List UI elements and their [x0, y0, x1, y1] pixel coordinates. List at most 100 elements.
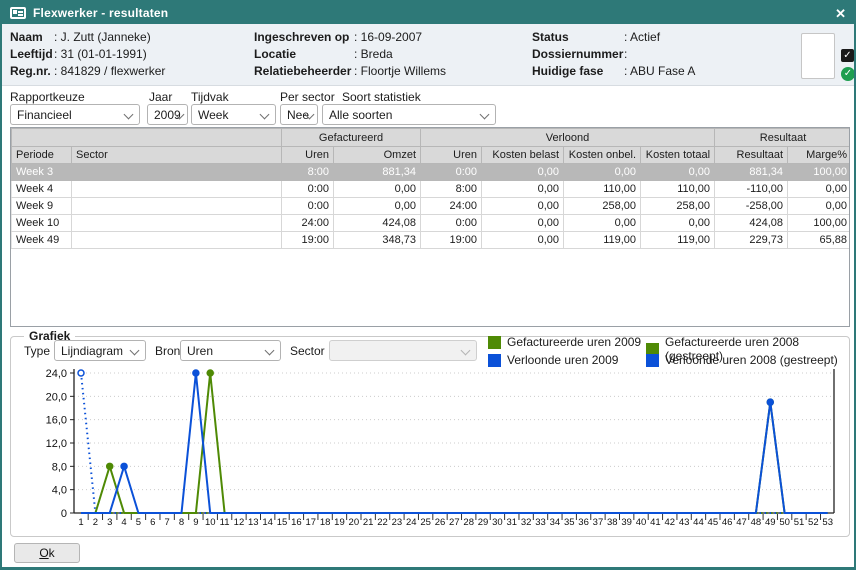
- svg-text:19: 19: [334, 517, 345, 528]
- periode-cell: Week 4: [12, 181, 72, 198]
- value-cell: 0,00: [482, 198, 564, 215]
- value-cell: 0,00: [788, 198, 850, 215]
- value-cell: 348,73: [334, 232, 421, 249]
- svg-text:52: 52: [808, 517, 819, 528]
- svg-text:20: 20: [349, 517, 360, 528]
- svg-text:41: 41: [650, 517, 661, 528]
- data-point-marker: [78, 370, 84, 376]
- table-row[interactable]: Week 4919:00348,7319:000,00119,00119,002…: [12, 232, 851, 249]
- svg-text:9: 9: [193, 517, 198, 528]
- svg-text:21: 21: [363, 517, 374, 528]
- chevron-down-icon: [130, 346, 140, 356]
- soort-statistiek-select[interactable]: Alle soorten: [322, 104, 496, 125]
- sector-select[interactable]: [329, 340, 477, 361]
- svg-text:3: 3: [107, 517, 112, 528]
- field-label: Relatiebeheerder: [254, 64, 351, 78]
- value-cell: 258,00: [564, 198, 641, 215]
- rapportkeuze-value: Financieel: [17, 108, 72, 122]
- id-card-icon: [10, 7, 26, 19]
- svg-text:13: 13: [248, 517, 259, 528]
- sector-cell: [72, 164, 282, 181]
- table-row[interactable]: Week 38:00881,340:000,000,000,00881,3410…: [12, 164, 851, 181]
- bron-value: Uren: [187, 344, 213, 358]
- table-row[interactable]: Week 40:000,008:000,00110,00110,00-110,0…: [12, 181, 851, 198]
- results-table-body: Week 38:00881,340:000,000,000,00881,3410…: [12, 164, 851, 249]
- data-point-marker: [107, 463, 113, 469]
- chevron-down-icon: [124, 110, 134, 120]
- legend-swatch: [488, 336, 501, 349]
- svg-text:46: 46: [722, 517, 733, 528]
- field-label: Reg.nr.: [10, 64, 51, 78]
- field-label: Naam: [10, 30, 43, 44]
- value-cell: 0:00: [421, 215, 482, 232]
- table-row[interactable]: Week 90:000,0024:000,00258,00258,00-258,…: [12, 198, 851, 215]
- svg-text:24,0: 24,0: [46, 368, 67, 380]
- value-cell: 0,00: [334, 198, 421, 215]
- svg-text:1: 1: [78, 517, 83, 528]
- svg-text:27: 27: [449, 517, 460, 528]
- table-row[interactable]: Week 1024:00424,080:000,000,000,00424,08…: [12, 215, 851, 232]
- filter-label: Tijdvak: [191, 90, 229, 104]
- svg-text:39: 39: [621, 517, 632, 528]
- svg-text:18: 18: [320, 517, 331, 528]
- report-filter-bar: Rapportkeuze Financieel Jaar 2009 Tijdva…: [2, 86, 854, 127]
- chevron-down-icon: [260, 110, 270, 120]
- selected-checkbox[interactable]: ✓: [841, 49, 854, 62]
- column-header-cell: Omzet: [334, 147, 421, 164]
- chevron-down-icon: [461, 346, 471, 356]
- value-cell: 0,00: [641, 215, 715, 232]
- value-cell: 0,00: [788, 181, 850, 198]
- group-header-cell: [12, 129, 282, 147]
- data-point-marker: [767, 399, 773, 405]
- svg-text:26: 26: [435, 517, 446, 528]
- value-cell: 110,00: [641, 181, 715, 198]
- field-label: Huidige fase: [532, 64, 603, 78]
- photo-placeholder: [801, 33, 835, 79]
- jaar-select[interactable]: 2009: [147, 104, 188, 125]
- value-cell: 24:00: [282, 215, 334, 232]
- periode-cell: Week 10: [12, 215, 72, 232]
- svg-text:7: 7: [165, 517, 170, 528]
- field-value: J. Zutt (Janneke): [54, 30, 151, 44]
- per-sector-select[interactable]: Nee: [280, 104, 318, 125]
- data-point-marker: [193, 370, 199, 376]
- value-cell: -258,00: [715, 198, 788, 215]
- results-table-container: GefactureerdVerloondResultaatPeriodeSect…: [10, 127, 850, 327]
- svg-text:8: 8: [179, 517, 184, 528]
- svg-text:28: 28: [463, 517, 474, 528]
- svg-text:32: 32: [521, 517, 532, 528]
- svg-text:4,0: 4,0: [52, 485, 67, 497]
- ok-button[interactable]: Ok: [14, 543, 80, 563]
- value-cell: 0,00: [334, 181, 421, 198]
- field-label: Ingeschreven op: [254, 30, 349, 44]
- svg-text:48: 48: [751, 517, 762, 528]
- type-value: Lijndiagram: [61, 344, 123, 358]
- rapportkeuze-select[interactable]: Financieel: [10, 104, 140, 125]
- value-cell: 24:00: [421, 198, 482, 215]
- value-cell: 0,00: [482, 232, 564, 249]
- close-icon[interactable]: ✕: [835, 7, 846, 20]
- column-header-row: PeriodeSectorUrenOmzetUrenKosten belastK…: [12, 147, 851, 164]
- field-label: Dossiernummer: [532, 47, 623, 61]
- value-cell: 0:00: [282, 198, 334, 215]
- field-label: Leeftijd: [10, 47, 53, 61]
- filter-label: Rapportkeuze: [10, 90, 85, 104]
- value-cell: 0,00: [641, 164, 715, 181]
- field-value: 16-09-2007: [354, 30, 422, 44]
- tijdvak-select[interactable]: Week: [191, 104, 276, 125]
- svg-text:20,0: 20,0: [46, 391, 67, 403]
- field-value: Breda: [354, 47, 393, 61]
- column-header-cell: Sector: [72, 147, 282, 164]
- svg-text:17: 17: [305, 517, 316, 528]
- sector-cell: [72, 232, 282, 249]
- bron-select[interactable]: Uren: [180, 340, 281, 361]
- results-table: GefactureerdVerloondResultaatPeriodeSect…: [11, 128, 850, 249]
- periode-cell: Week 3: [12, 164, 72, 181]
- filter-label: Per sector: [280, 90, 335, 104]
- type-select[interactable]: Lijndiagram: [54, 340, 146, 361]
- sector-cell: [72, 198, 282, 215]
- svg-text:14: 14: [262, 517, 273, 528]
- column-header-cell: Resultaat: [715, 147, 788, 164]
- svg-text:15: 15: [277, 517, 288, 528]
- group-header-cell: Gefactureerd: [282, 129, 421, 147]
